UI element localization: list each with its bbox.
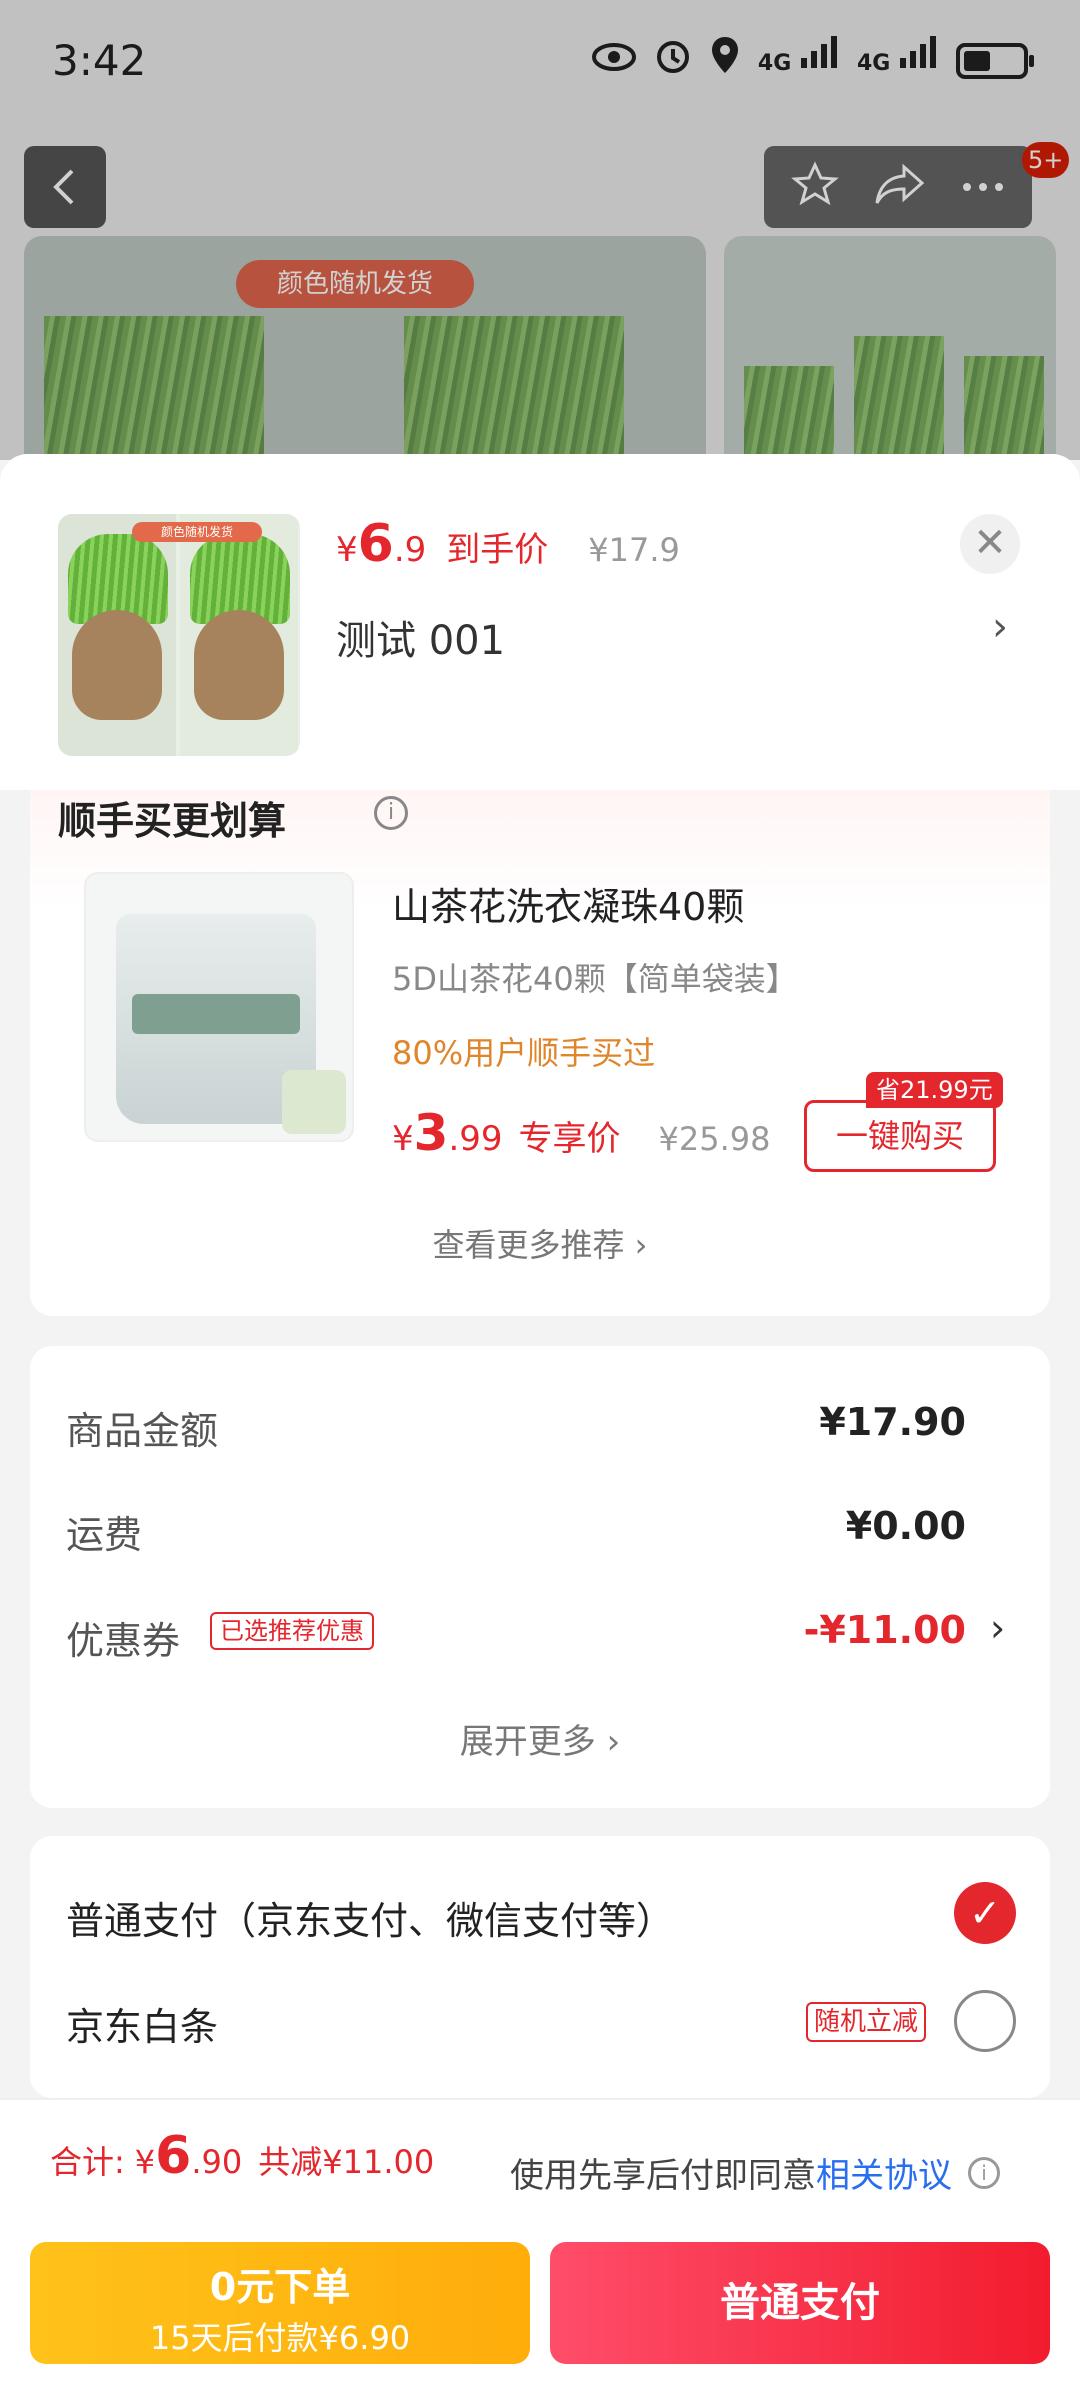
goods-amount-value: ¥17.90	[819, 1400, 966, 1444]
addon-price-decimal: .99	[448, 1119, 503, 1159]
pay-later-subtitle: 15天后付款¥6.90	[149, 2319, 411, 2357]
coupon-value[interactable]: -¥11.00	[804, 1608, 966, 1652]
payment-option-baitiao[interactable]: 京东白条	[66, 1996, 218, 2051]
coupon-tag: 已选推荐优惠	[210, 1612, 374, 1650]
background-product-page: 3:42 4G 4G 5+ 颜色随机发货	[0, 0, 1080, 460]
price-integer: 6	[357, 514, 394, 574]
total-integer: 6	[155, 2126, 192, 2186]
chevron-right-icon[interactable]: ›	[992, 604, 1008, 650]
payment-card	[30, 1836, 1050, 2098]
original-price: ¥17.9	[588, 531, 680, 569]
thumbnail-tag: 颜色随机发货	[132, 522, 262, 542]
addon-price-label: 专享价	[518, 1119, 621, 1159]
total-decimal: .90	[191, 2143, 243, 2181]
checkmark-icon[interactable]: ✓	[954, 1882, 1016, 1944]
close-button[interactable]: ✕	[960, 514, 1020, 574]
info-icon[interactable]: i	[374, 796, 408, 830]
random-discount-tag: 随机立减	[806, 2002, 927, 2042]
total-amount: 合计: ¥ 6 .90 共减¥11.00	[50, 2126, 434, 2186]
shipping-label: 运费	[66, 1513, 143, 1557]
addon-price-currency: ¥	[392, 1119, 414, 1159]
normal-pay-button[interactable]: 普通支付	[550, 2242, 1050, 2364]
addon-price-integer: 3	[413, 1104, 449, 1162]
final-price: ¥ 6 .9 到手价 ¥17.9	[336, 514, 680, 574]
product-thumbnail[interactable]: 颜色随机发货	[58, 514, 300, 756]
save-badge: 省21.99元	[866, 1072, 1003, 1108]
addon-product-image[interactable]	[84, 872, 354, 1142]
agreement-line: 使用先享后付即同意 相关协议 i	[510, 2148, 1000, 2197]
agreement-text: 使用先享后付即同意	[510, 2156, 816, 2196]
price-label: 到手价	[446, 530, 549, 570]
total-currency: ¥	[134, 2143, 156, 2181]
price-currency: ¥	[336, 530, 358, 570]
addon-original-price: ¥25.98	[658, 1120, 771, 1158]
expand-more-link[interactable]: 展开更多 ›	[0, 1714, 1080, 1763]
info-icon[interactable]: i	[968, 2156, 1000, 2189]
more-recommendations-link[interactable]: 查看更多推荐 ›	[0, 1220, 1080, 1266]
dim-overlay[interactable]	[0, 0, 1080, 460]
price-decimal: .9	[393, 530, 427, 570]
chevron-right-icon[interactable]: ›	[990, 1606, 1005, 1650]
addon-product-spec: 5D山茶花40颗【简单袋装】	[392, 960, 798, 998]
total-label: 合计:	[50, 2143, 125, 2181]
pay-later-title: 0元下单	[209, 2265, 351, 2309]
addon-social-proof: 80%用户顺手买过	[392, 1034, 656, 1072]
radio-unchecked[interactable]	[954, 1990, 1016, 2052]
pay-later-button[interactable]: 0元下单 15天后付款¥6.90	[30, 2242, 530, 2364]
selected-spec[interactable]: 测试 001	[336, 608, 505, 666]
addon-title: 顺手买更划算	[58, 799, 287, 843]
coupon-label: 优惠券	[66, 1619, 181, 1663]
agreement-link[interactable]: 相关协议	[816, 2148, 952, 2197]
payment-option-normal[interactable]: 普通支付（京东支付、微信支付等）	[66, 1890, 674, 1945]
one-click-buy-button[interactable]: 一键购买	[804, 1100, 996, 1172]
total-savings: 共减¥11.00	[258, 2143, 435, 2181]
shipping-value: ¥0.00	[845, 1504, 966, 1548]
addon-product-name[interactable]: 山茶花洗衣凝珠40颗	[392, 876, 744, 931]
addon-price: ¥ 3 .99 专享价 ¥25.98	[392, 1104, 770, 1162]
goods-amount-label: 商品金额	[66, 1409, 219, 1453]
